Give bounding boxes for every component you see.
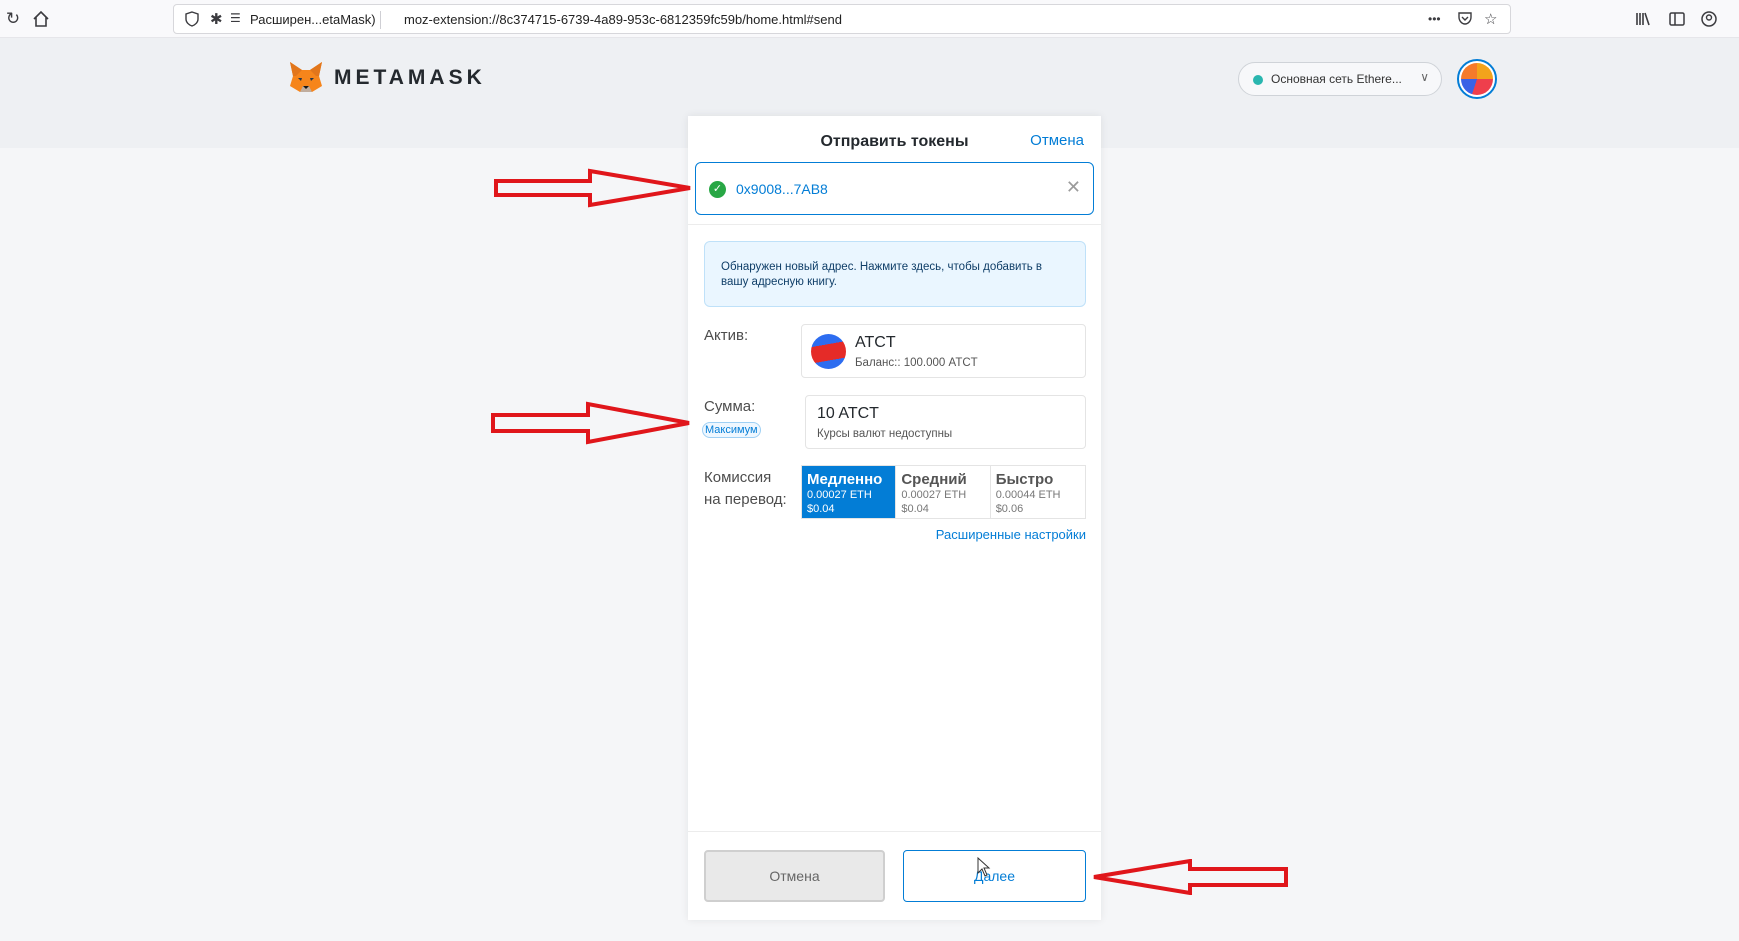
browser-toolbar: ↻ ✱ ☰ Расширен...etaMask) moz-extension:… bbox=[0, 0, 1739, 38]
max-amount-button[interactable]: Максимум bbox=[702, 422, 761, 438]
chevron-down-icon: ∨ bbox=[1420, 70, 1429, 84]
logo-wordmark: METAMASK bbox=[334, 66, 486, 89]
fee-option-average[interactable]: Средний 0.00027 ETH $0.04 bbox=[896, 466, 991, 518]
address-bar[interactable]: ✱ ☰ Расширен...etaMask) moz-extension://… bbox=[173, 4, 1511, 34]
asset-symbol: ATCT bbox=[855, 334, 896, 351]
url-text[interactable]: moz-extension://8c374715-6739-4a89-953c-… bbox=[404, 12, 842, 27]
sidebar-toggle-icon[interactable] bbox=[1666, 8, 1688, 30]
library-icon[interactable] bbox=[1632, 8, 1654, 30]
next-button[interactable]: Далее bbox=[903, 850, 1086, 902]
new-address-notice[interactable]: Обнаружен новый адрес. Нажмите здесь, чт… bbox=[704, 241, 1086, 307]
gas-fee-selector: Медленно 0.00027 ETH $0.04 Средний 0.000… bbox=[801, 465, 1086, 519]
fee-option-slow[interactable]: Медленно 0.00027 ETH $0.04 bbox=[802, 466, 897, 518]
account-avatar[interactable] bbox=[1457, 59, 1497, 99]
token-icon bbox=[811, 334, 846, 369]
divider bbox=[688, 224, 1101, 225]
tracking-shield-icon[interactable] bbox=[184, 11, 200, 27]
annotation-arrow-amount-icon bbox=[491, 401, 690, 445]
mouse-cursor-icon bbox=[977, 857, 991, 877]
asset-balance: Баланс:: 100.000 ATCT bbox=[855, 357, 978, 369]
page-actions-more-icon[interactable]: ••• bbox=[1428, 12, 1441, 26]
annotation-arrow-recipient-icon bbox=[494, 168, 691, 208]
network-label: Основная сеть Ethere... bbox=[1271, 72, 1402, 86]
permissions-icon[interactable]: ☰ bbox=[230, 11, 241, 25]
bookmark-star-icon[interactable]: ☆ bbox=[1484, 10, 1497, 28]
footer-divider bbox=[688, 831, 1101, 832]
recipient-address-field[interactable]: ✓ 0x9008...7AB8 ✕ bbox=[695, 162, 1094, 215]
send-token-card: Отправить токены Отмена ✓ 0x9008...7AB8 … bbox=[688, 116, 1101, 920]
amount-input[interactable]: 10 ATCT Курсы валют недоступны bbox=[805, 395, 1086, 449]
check-circle-icon: ✓ bbox=[709, 181, 726, 198]
advanced-settings-link[interactable]: Расширенные настройки bbox=[936, 527, 1086, 542]
header-cancel-link[interactable]: Отмена bbox=[1030, 132, 1084, 149]
extension-label: Расширен...etaMask) bbox=[250, 12, 376, 27]
extension-puzzle-icon: ✱ bbox=[210, 11, 223, 28]
amount-value: 10 ATCT bbox=[817, 405, 879, 422]
url-separator bbox=[380, 11, 381, 29]
home-icon[interactable] bbox=[30, 8, 52, 30]
metamask-fox-icon bbox=[290, 62, 322, 92]
annotation-arrow-next-icon bbox=[1093, 859, 1288, 895]
amount-conversion-note: Курсы валют недоступны bbox=[817, 428, 953, 440]
network-selector[interactable]: Основная сеть Ethere... ∨ bbox=[1238, 62, 1442, 96]
pocket-icon[interactable] bbox=[1457, 10, 1473, 30]
recipient-address: 0x9008...7AB8 bbox=[736, 181, 828, 197]
asset-selector[interactable]: ATCT Баланс:: 100.000 ATCT bbox=[801, 324, 1086, 378]
close-icon[interactable]: ✕ bbox=[1066, 177, 1081, 198]
fee-option-fast[interactable]: Быстро 0.00044 ETH $0.06 bbox=[991, 466, 1085, 518]
reload-icon[interactable]: ↻ bbox=[2, 8, 24, 30]
account-icon[interactable] bbox=[1698, 8, 1720, 30]
amount-label: Сумма: bbox=[704, 398, 756, 415]
cancel-button[interactable]: Отмена bbox=[704, 850, 885, 902]
asset-label: Актив: bbox=[704, 327, 749, 344]
fee-label: Комиссия на перевод: bbox=[704, 469, 787, 508]
network-status-dot bbox=[1253, 75, 1263, 85]
